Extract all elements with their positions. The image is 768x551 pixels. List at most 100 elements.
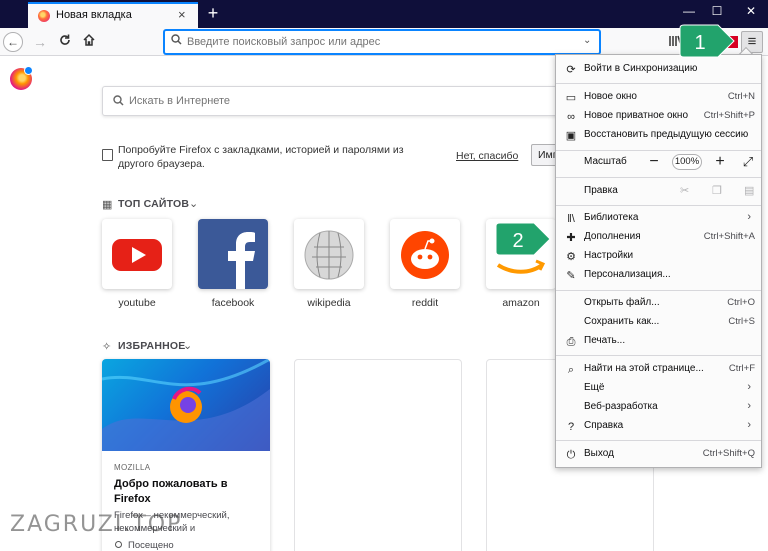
menu-item-label: Войти в Синхронизацию [584,63,698,74]
web-search-input[interactable] [129,93,429,109]
menu-item-new-window[interactable]: ▭ Новое окно Ctrl+N [556,88,761,107]
fullscreen-icon[interactable]: ⤢ [739,153,757,171]
menu-item-label: Новое приватное окно [584,110,689,121]
top-site-facebook[interactable] [198,219,268,289]
step-2-marker: 2 [495,222,551,256]
menu-item-label: Новое окно [584,91,637,102]
menu-item-sync[interactable]: ⟳ Войти в Синхронизацию [556,60,761,79]
power-icon: ⏻ [566,449,576,461]
menu-item-exit[interactable]: ⏻ Выход Ctrl+Shift+Q [556,445,761,464]
search-icon: ⌕ [567,364,575,376]
menu-item-shortcut: Ctrl+Shift+P [703,110,755,121]
top-site-label: facebook [211,297,255,309]
menu-separator [556,355,761,356]
menu-item-more[interactable]: Ещё › [556,379,761,398]
card-visited-label: Посещено [128,540,174,551]
notification-dot-icon [24,66,33,75]
menu-item-shortcut: Ctrl+Shift+A [703,231,755,242]
web-search-box[interactable] [102,86,582,116]
menu-item-shortcut: Ctrl+S [728,316,755,327]
card-image [102,359,270,451]
chevron-right-icon: › [747,400,751,412]
menu-item-label: Ещё [584,382,605,393]
menu-item-shortcut: Ctrl+N [727,91,755,102]
home-button[interactable] [79,32,99,52]
new-tab-button[interactable]: + [204,2,222,24]
edit-label: Правка [584,185,618,196]
menu-item-label: Веб-разработка [584,401,658,412]
menu-item-help[interactable]: ? Справка › [556,417,761,436]
youtube-icon [112,239,162,271]
zoom-reset-button[interactable]: 100% [672,154,702,170]
url-input[interactable] [187,33,572,51]
card-source: MOZILLA [114,463,151,472]
menu-item-library[interactable]: ‖\ Библиотека › [556,209,761,228]
wikipedia-icon [304,230,354,280]
help-icon: ? [567,421,575,433]
menu-item-print[interactable]: ⎙ Печать... [556,332,761,351]
url-bar[interactable]: ⌄ [164,30,600,54]
close-window-button[interactable]: ✕ [738,4,764,18]
maximize-button[interactable]: ☐ [704,4,730,18]
zoom-out-button[interactable]: − [645,153,663,171]
menu-item-label: Справка [584,420,624,431]
forward-button[interactable]: → [30,32,50,52]
restore-session-icon: ▣ [565,130,577,142]
top-site-label: reddit [411,297,439,309]
menu-item-label: Настройки [584,250,634,261]
menu-item-find[interactable]: ⌕ Найти на этой странице... Ctrl+F [556,360,761,379]
menu-item-private-window[interactable]: ∞ Новое приватное окно Ctrl+Shift+P [556,107,761,126]
menu-separator [556,440,761,441]
menu-item-settings[interactable]: ⚙ Настройки [556,247,761,266]
menu-item-label: Дополнения [584,231,641,242]
top-site-youtube[interactable] [102,219,172,289]
sync-promo-text: Попробуйте Firefox с закладками, историе… [118,144,404,170]
menu-item-customize[interactable]: ✎ Персонализация... [556,266,761,285]
sparkle-icon: ✧ [102,341,112,353]
chevron-right-icon: › [747,211,751,223]
tab-new-tab[interactable]: Новая вкладка × [28,2,198,28]
cut-icon[interactable]: ✂ [680,184,689,197]
zoom-in-button[interactable]: + [711,153,729,171]
sync-dismiss-link[interactable]: Нет, спасибо [456,150,518,162]
puzzle-icon: ✚ [566,232,576,244]
facebook-icon [228,232,255,289]
step-1-number: 1 [694,32,705,54]
menu-separator [556,150,761,151]
minimize-button[interactable]: — [676,4,702,18]
back-button[interactable]: ← [3,32,23,52]
menu-item-open-file[interactable]: Открыть файл... Ctrl+O [556,294,761,313]
reload-icon [60,34,70,45]
top-site-label: youtube [118,297,156,309]
search-icon [171,34,182,48]
top-site-wikipedia[interactable] [294,219,364,289]
grid-icon: ▦ [102,199,113,211]
search-icon [113,94,124,109]
reload-button[interactable] [55,32,75,52]
gear-icon: ⚙ [566,251,576,263]
chevron-down-icon[interactable]: ⌄ [583,35,591,46]
menu-item-shortcut: Ctrl+F [728,363,755,374]
step-1-marker: 1 [679,24,735,58]
copy-icon[interactable]: ❐ [712,184,722,197]
top-site-reddit[interactable] [390,219,460,289]
menu-item-addons[interactable]: ✚ Дополнения Ctrl+Shift+A [556,228,761,247]
menu-item-label: Выход [584,448,614,459]
private-mask-icon: ∞ [567,111,575,123]
menu-item-shortcut: Ctrl+Shift+Q [702,448,755,459]
menu-item-restore-session[interactable]: ▣ Восстановить предыдущую сессию [556,126,761,145]
chevron-down-icon[interactable]: ⌄ [189,197,198,210]
top-site-label: wikipedia [307,297,351,309]
menu-item-save-as[interactable]: Сохранить как... Ctrl+S [556,313,761,332]
top-sites-heading: ТОП САЙТОВ [118,198,190,210]
paste-icon[interactable]: ▤ [744,184,754,197]
menu-item-label: Найти на этой странице... [584,363,704,374]
menu-item-edit: Правка ✂ ❐ ▤ [556,182,761,202]
chevron-right-icon: › [747,419,751,431]
menu-item-web-developer[interactable]: Веб-разработка › [556,398,761,417]
menu-item-label: Восстановить предыдущую сессию [584,129,749,140]
sync-icon: ⟳ [566,64,576,76]
tab-close-icon[interactable]: × [178,7,186,22]
chevron-down-icon[interactable]: ⌄ [183,339,192,352]
reddit-icon [401,231,449,279]
